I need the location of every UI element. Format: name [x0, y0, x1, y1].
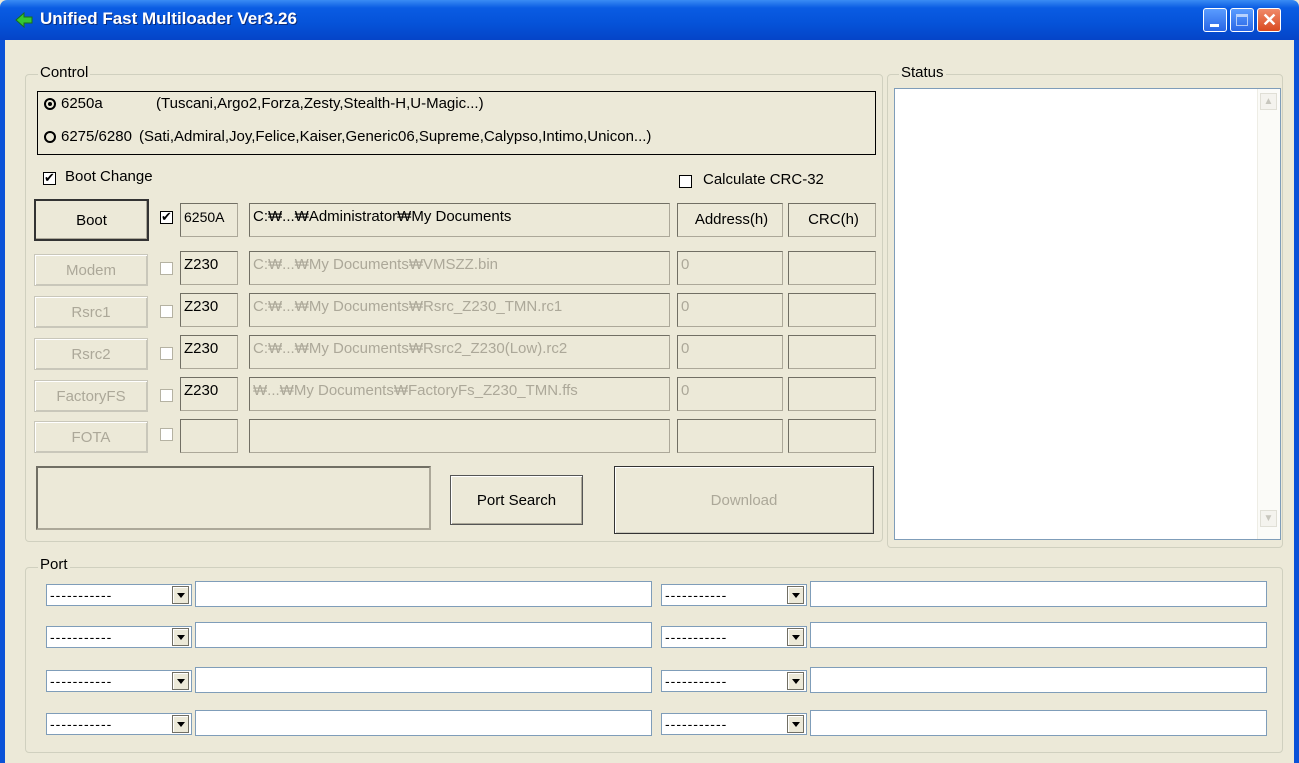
boot-path-field[interactable]: C:₩...₩Administrator₩My Documents	[249, 203, 670, 237]
fota-model-field	[180, 419, 238, 453]
minimize-icon	[1210, 24, 1219, 27]
close-icon: ✕	[1262, 10, 1278, 30]
modem-row-checkbox[interactable]	[160, 262, 173, 275]
port-select-3[interactable]: -----------	[46, 626, 192, 648]
boot-model-field: 6250A	[180, 203, 238, 237]
modem-path-field[interactable]: C:₩...₩My Documents₩VMSZZ.bin	[249, 251, 670, 285]
fota-button[interactable]: FOTA	[34, 421, 148, 453]
maximize-button[interactable]	[1230, 8, 1254, 32]
crc-header: CRC(h)	[788, 203, 876, 237]
control-group-label: Control	[38, 64, 91, 81]
chip-name-6275-6280: 6275/6280	[61, 128, 132, 145]
chevron-down-icon[interactable]	[787, 628, 804, 646]
boot-button[interactable]: Boot	[34, 199, 149, 241]
chevron-down-icon[interactable]	[787, 586, 804, 604]
rsrc1-button[interactable]: Rsrc1	[34, 296, 148, 328]
chip-radio-6250a[interactable]	[44, 98, 56, 110]
chevron-down-icon[interactable]	[787, 715, 804, 733]
rsrc1-crc-field	[788, 293, 876, 327]
rsrc1-path-field[interactable]: C:₩...₩My Documents₩Rsrc_Z230_TMN.rc1	[249, 293, 670, 327]
calculate-crc-checkbox[interactable]	[679, 175, 692, 188]
chip-name-6250a: 6250a	[61, 95, 103, 112]
chevron-down-icon[interactable]	[172, 628, 189, 646]
port-status-field-4	[810, 622, 1267, 648]
port-group-label: Port	[38, 556, 70, 573]
fota-path-field[interactable]	[249, 419, 670, 453]
factoryfs-crc-field	[788, 377, 876, 411]
port-select-5[interactable]: -----------	[46, 670, 192, 692]
fota-address-field[interactable]	[677, 419, 783, 453]
port-select-value: -----------	[50, 629, 113, 645]
port-select-1[interactable]: -----------	[46, 584, 192, 606]
rsrc1-model-field: Z230	[180, 293, 238, 327]
status-scrollbar[interactable]	[1257, 89, 1280, 539]
fota-row-checkbox[interactable]	[160, 428, 173, 441]
port-select-value: -----------	[50, 716, 113, 732]
rsrc2-button[interactable]: Rsrc2	[34, 338, 148, 370]
port-select-value: -----------	[50, 587, 113, 603]
port-select-7[interactable]: -----------	[46, 713, 192, 735]
chevron-down-icon[interactable]	[172, 586, 189, 604]
status-log[interactable]	[894, 88, 1281, 540]
close-button[interactable]: ✕	[1257, 8, 1281, 32]
chevron-down-icon[interactable]	[172, 672, 189, 690]
window-border-right	[1294, 40, 1299, 763]
progress-display	[36, 466, 431, 530]
port-status-field-2	[810, 581, 1267, 607]
rsrc1-row-checkbox[interactable]	[160, 305, 173, 318]
boot-row-checkbox[interactable]	[160, 209, 173, 225]
scroll-down-arrow-icon[interactable]: ▼	[1260, 510, 1277, 527]
port-status-field-8	[810, 710, 1267, 736]
port-select-value: -----------	[665, 587, 728, 603]
port-status-field-5	[195, 667, 652, 693]
chip-devices-6250a: (Tuscani,Argo2,Forza,Zesty,Stealth-H,U-M…	[156, 95, 484, 112]
chip-devices-6275-6280: (Sati,Admiral,Joy,Felice,Kaiser,Generic0…	[139, 128, 652, 145]
port-status-field-6	[810, 667, 1267, 693]
factoryfs-row-checkbox[interactable]	[160, 389, 173, 402]
port-status-field-3	[195, 622, 652, 648]
port-select-6[interactable]: -----------	[661, 670, 807, 692]
port-select-2[interactable]: -----------	[661, 584, 807, 606]
boot-change-checkbox[interactable]	[43, 170, 56, 186]
address-header: Address(h)	[677, 203, 783, 237]
rsrc2-address-field[interactable]: 0	[677, 335, 783, 369]
window-title: Unified Fast Multiloader Ver3.26	[40, 9, 297, 28]
calculate-crc-label: Calculate CRC-32	[703, 171, 824, 188]
port-select-value: -----------	[665, 629, 728, 645]
chevron-down-icon[interactable]	[787, 672, 804, 690]
modem-address-field[interactable]: 0	[677, 251, 783, 285]
app-arrow-icon	[15, 11, 33, 29]
rsrc2-row-checkbox[interactable]	[160, 347, 173, 360]
rsrc2-model-field: Z230	[180, 335, 238, 369]
port-search-button[interactable]: Port Search	[450, 475, 583, 525]
minimize-button[interactable]	[1203, 8, 1227, 32]
modem-crc-field	[788, 251, 876, 285]
modem-button[interactable]: Modem	[34, 254, 148, 286]
rsrc2-path-field[interactable]: C:₩...₩My Documents₩Rsrc2_Z230(Low).rc2	[249, 335, 670, 369]
modem-model-field: Z230	[180, 251, 238, 285]
window-border-left	[0, 40, 5, 763]
factoryfs-path-field[interactable]: ₩...₩My Documents₩FactoryFs_Z230_TMN.ffs	[249, 377, 670, 411]
rsrc1-address-field[interactable]: 0	[677, 293, 783, 327]
port-select-value: -----------	[665, 716, 728, 732]
maximize-icon	[1236, 14, 1248, 26]
rsrc2-crc-field	[788, 335, 876, 369]
chip-radio-6275-6280[interactable]	[44, 131, 56, 143]
port-status-field-1	[195, 581, 652, 607]
scroll-up-arrow-icon[interactable]: ▲	[1260, 93, 1277, 110]
port-select-value: -----------	[50, 673, 113, 689]
factoryfs-model-field: Z230	[180, 377, 238, 411]
boot-change-label: Boot Change	[65, 168, 153, 185]
port-status-field-7	[195, 710, 652, 736]
status-group-label: Status	[899, 64, 946, 81]
chevron-down-icon[interactable]	[172, 715, 189, 733]
port-select-4[interactable]: -----------	[661, 626, 807, 648]
port-select-8[interactable]: -----------	[661, 713, 807, 735]
factoryfs-address-field[interactable]: 0	[677, 377, 783, 411]
fota-crc-field	[788, 419, 876, 453]
factoryfs-button[interactable]: FactoryFS	[34, 380, 148, 412]
download-button[interactable]: Download	[614, 466, 874, 534]
port-select-value: -----------	[665, 673, 728, 689]
